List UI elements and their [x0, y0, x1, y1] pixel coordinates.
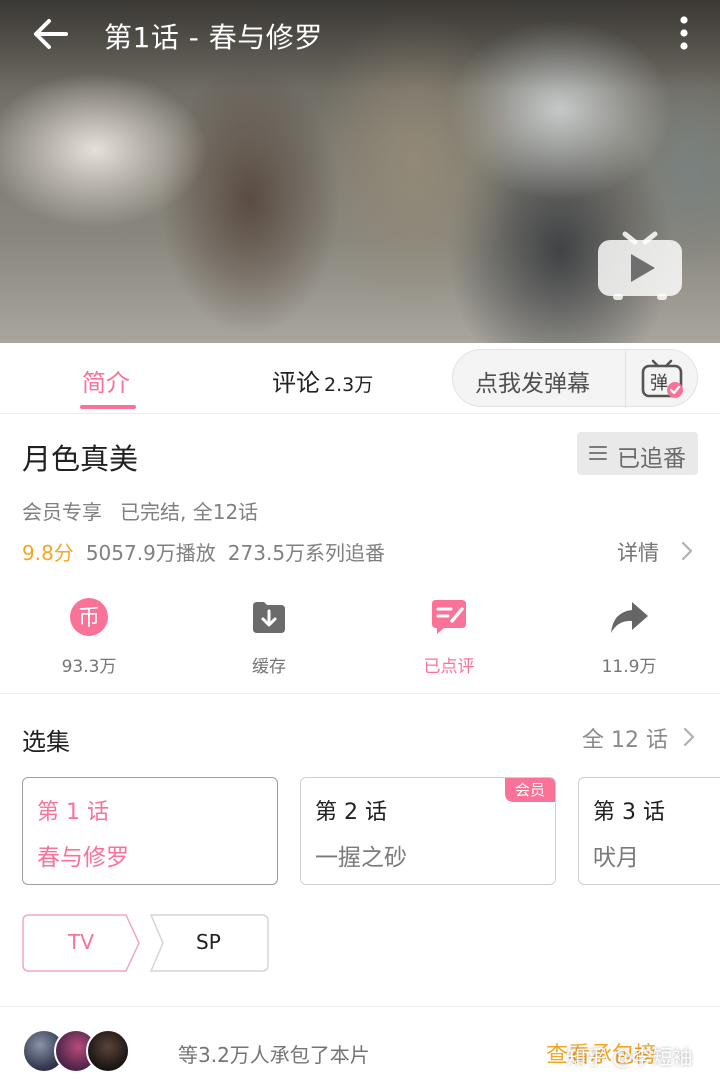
- tab-comment[interactable]: 评论 2.3万: [272, 363, 373, 398]
- coin-count: 93.3万: [61, 657, 117, 677]
- stats-line: 9.8分 5057.9万播放 273.5万系列追番: [22, 537, 385, 566]
- avatar[interactable]: [86, 1029, 130, 1073]
- cache-button[interactable]: 缓存: [209, 590, 329, 680]
- vip-badge: 会员: [505, 778, 555, 802]
- tab-comment-label: 评论: [272, 369, 320, 397]
- watermark: 知乎 @李短袖: [566, 1045, 693, 1069]
- meta-line: 会员专享 已完结, 全12话: [22, 496, 258, 525]
- season-label-sp: SP: [196, 930, 221, 954]
- review-icon: [432, 600, 466, 634]
- episode-card[interactable]: 第 3 话 吠月: [578, 777, 720, 885]
- season-tab-sp[interactable]: SP: [148, 914, 270, 972]
- follow-label: 已追番: [617, 446, 686, 472]
- vip-only-text: 会员专享: [22, 500, 102, 524]
- action-bar: 币 93.3万 缓存 已点评 11.9万: [0, 590, 720, 694]
- more-vertical-icon[interactable]: [670, 14, 698, 54]
- episode-number: 第 3 话: [593, 800, 665, 825]
- video-player[interactable]: 第1话 - 春与修罗: [0, 0, 720, 343]
- tab-active-indicator: [80, 405, 136, 409]
- sponsor-text: 等3.2万人承包了本片: [178, 1043, 370, 1067]
- coin-glyph: 币: [78, 606, 100, 631]
- season-label-tv: TV: [68, 930, 94, 954]
- back-arrow-icon[interactable]: [30, 14, 74, 54]
- danmaku-toggle-icon[interactable]: 弹: [639, 356, 685, 402]
- follow-button[interactable]: 已追番: [577, 432, 698, 475]
- episode-name: 吠月: [593, 845, 639, 871]
- episode-number: 第 2 话: [315, 800, 387, 825]
- episodes-title: 选集: [22, 728, 70, 756]
- chevron-right-icon[interactable]: [680, 540, 694, 562]
- menu-lines-icon: [589, 446, 607, 460]
- reviewed-label: 已点评: [423, 657, 475, 677]
- share-icon: [611, 602, 648, 633]
- review-button[interactable]: 已点评: [389, 590, 509, 680]
- divider: [625, 350, 626, 408]
- tab-bar: 简介 评论 2.3万 点我发弹幕 弹: [0, 343, 720, 414]
- anime-name: 月色真美: [22, 442, 139, 476]
- status-text: 已完结, 全12话: [120, 500, 259, 524]
- episode-card[interactable]: 第 1 话 春与修罗: [22, 777, 278, 885]
- cache-label: 缓存: [252, 657, 286, 677]
- download-icon: [253, 602, 285, 633]
- episode-name: 一握之砂: [315, 845, 407, 871]
- season-tab-tv[interactable]: TV: [22, 914, 142, 972]
- sponsor-bar: 等3.2万人承包了本片 查看承包榜 知乎 @李短袖: [0, 1006, 720, 1085]
- detail-link[interactable]: 详情: [617, 537, 659, 567]
- danmaku-icon-char: 弹: [650, 373, 668, 394]
- tab-intro[interactable]: 简介: [82, 363, 130, 398]
- play-count: 5057.9万播放: [85, 541, 216, 565]
- share-button[interactable]: 11.9万: [569, 590, 689, 680]
- episode-card[interactable]: 第 2 话 一握之砂 会员: [300, 777, 556, 885]
- coin-icon: 币: [70, 598, 108, 636]
- danmaku-placeholder: 点我发弹幕: [475, 371, 590, 397]
- episode-number: 第 1 话: [37, 800, 109, 825]
- coin-button[interactable]: 币 93.3万: [29, 590, 149, 680]
- tv-play-icon[interactable]: [595, 222, 685, 302]
- share-count: 11.9万: [601, 657, 657, 677]
- all-episodes-link[interactable]: 全 12 话: [582, 722, 668, 754]
- series-follow-count: 273.5万系列追番: [227, 541, 386, 565]
- episode-title: 第1话 - 春与修罗: [104, 21, 323, 54]
- danmaku-input-button[interactable]: 点我发弹幕 弹: [452, 349, 698, 408]
- episode-name: 春与修罗: [37, 845, 129, 871]
- score: 9.8分: [22, 541, 74, 565]
- chevron-right-icon[interactable]: [682, 726, 696, 748]
- comment-count: 2.3万: [324, 374, 374, 396]
